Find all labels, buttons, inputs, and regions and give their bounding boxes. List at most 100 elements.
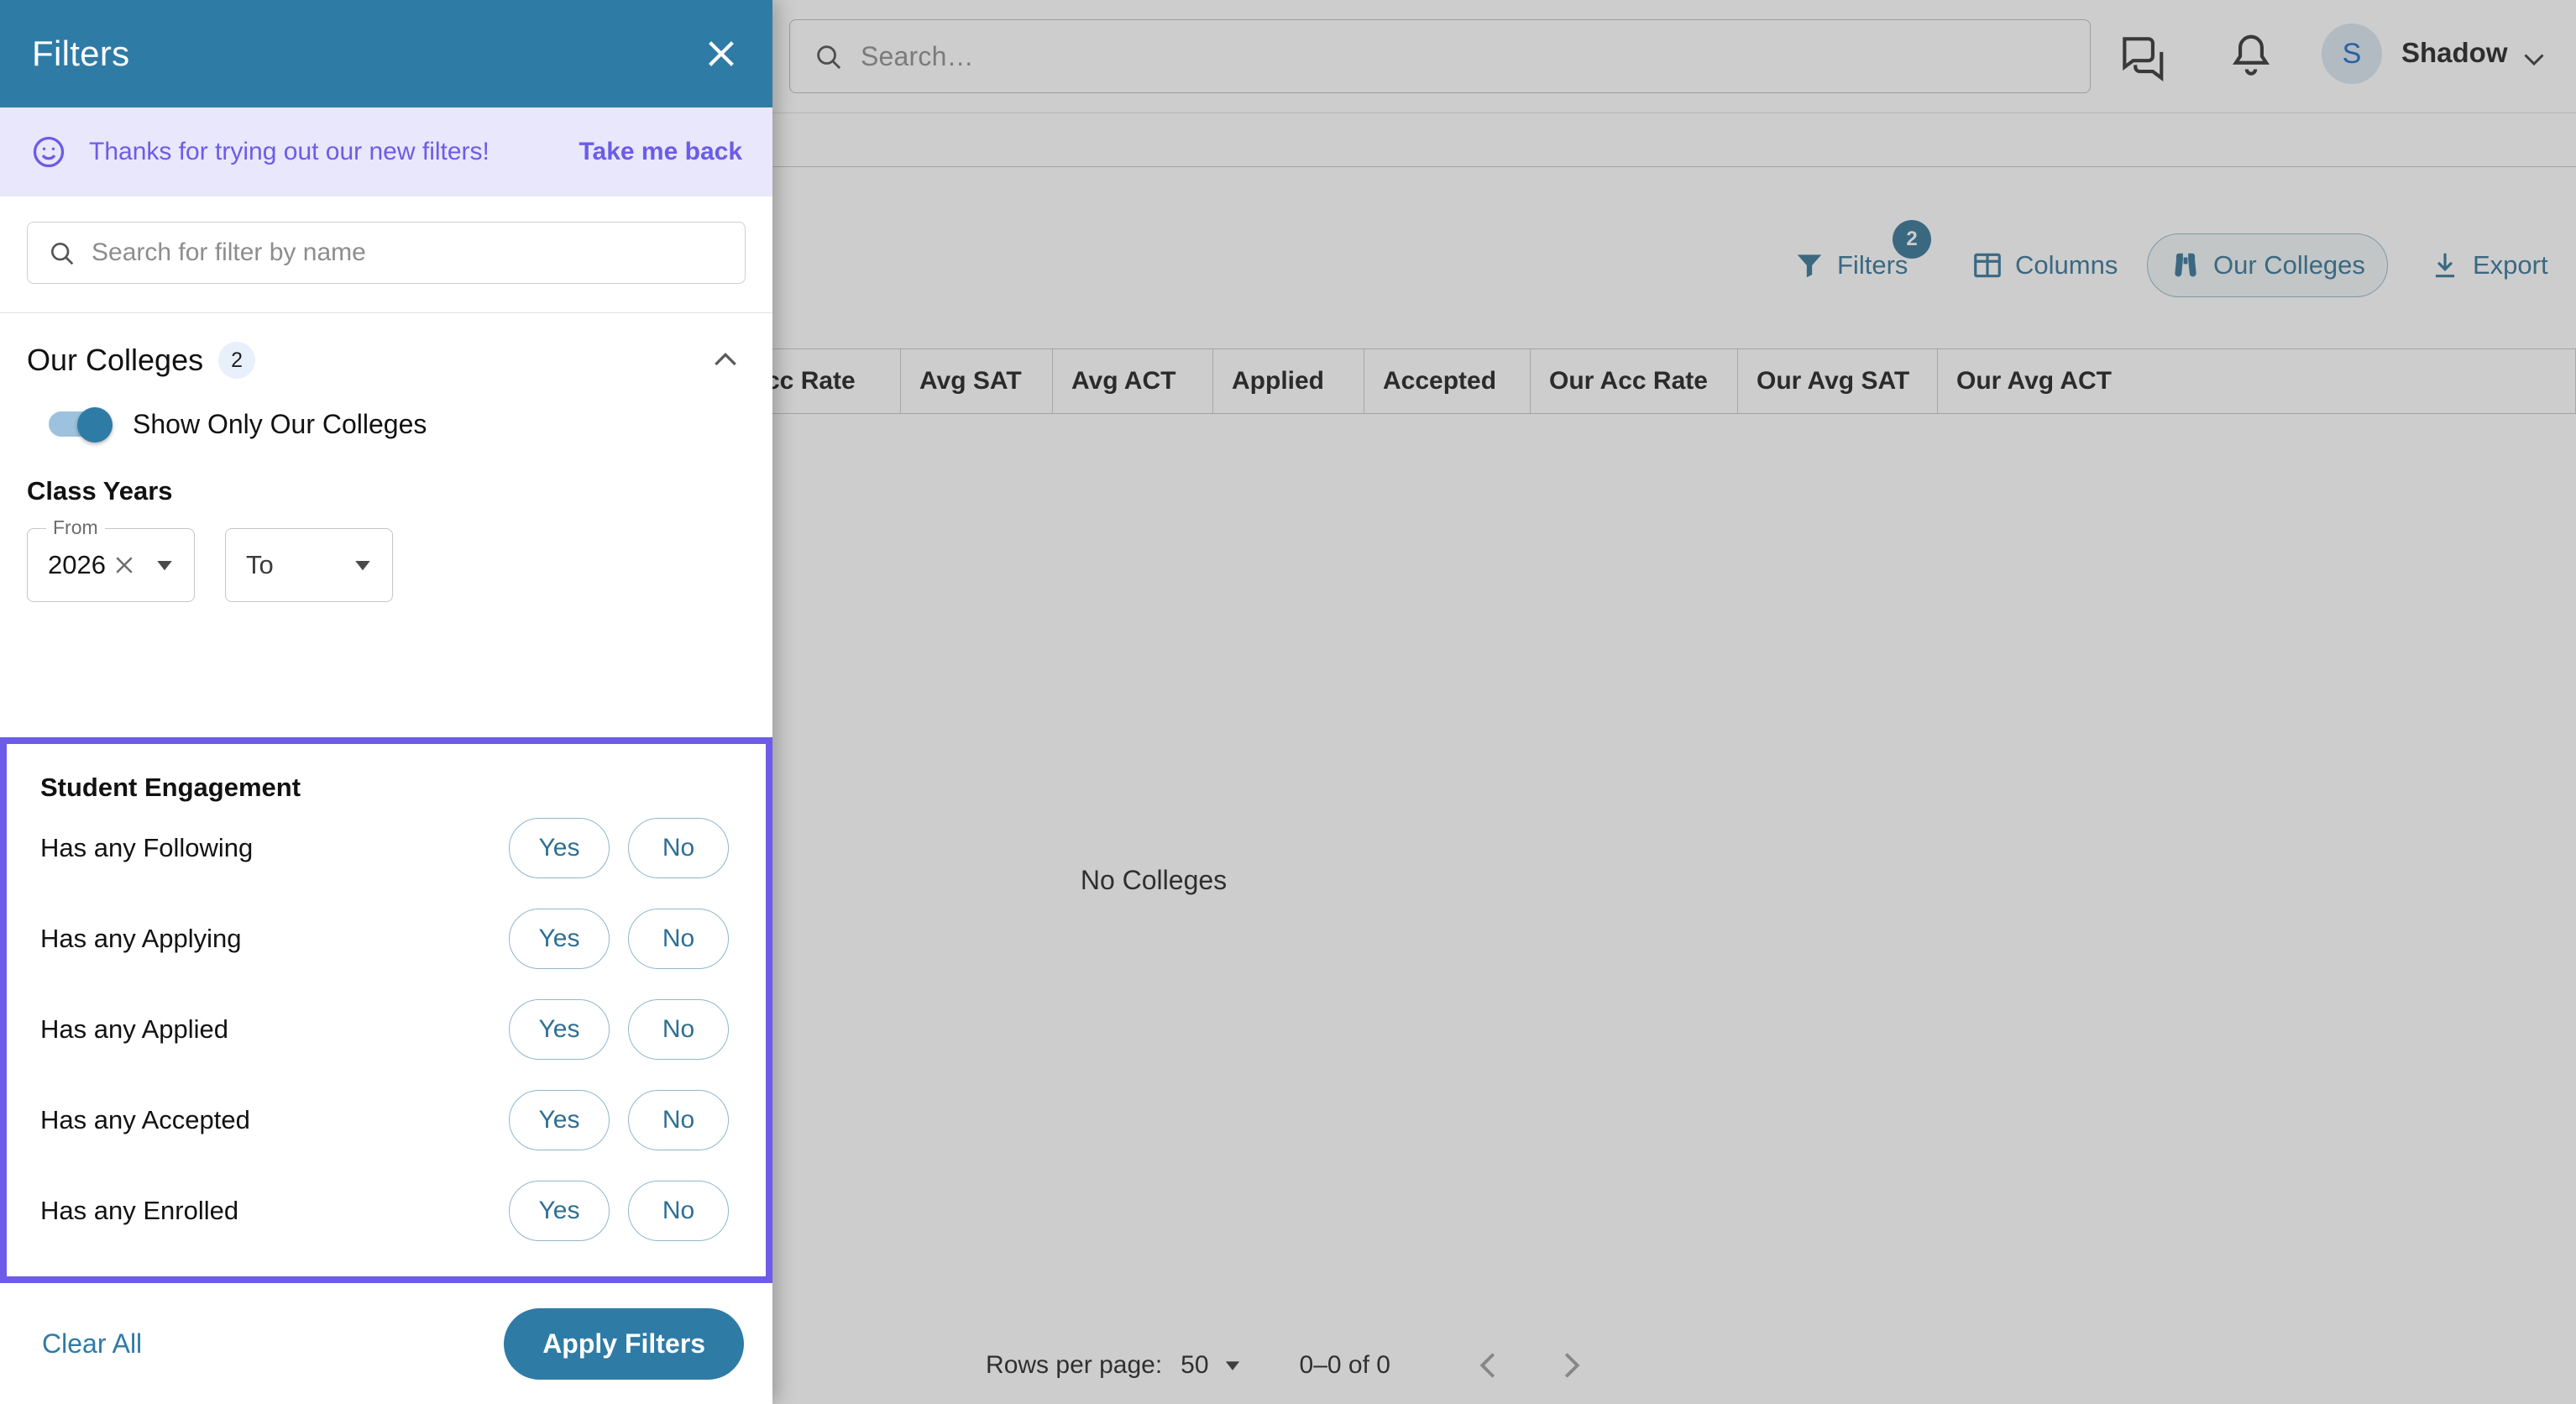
engagement-no-button[interactable]: No — [628, 909, 729, 969]
our-colleges-section-title: Our Colleges — [27, 343, 204, 377]
rows-per-page-label: Rows per page: — [986, 1351, 1163, 1379]
show-only-our-colleges-row[interactable]: Show Only Our Colleges — [0, 379, 772, 443]
export-button-label: Export — [2473, 250, 2548, 280]
table-column-header[interactable]: Applied — [1213, 349, 1364, 413]
caret-down-icon[interactable] — [1221, 1354, 1244, 1377]
engagement-row-label: Has any Applying — [40, 924, 242, 953]
engagement-yes-button[interactable]: Yes — [509, 818, 610, 878]
pagination-range: 0–0 of 0 — [1299, 1351, 1390, 1379]
show-only-our-colleges-label: Show Only Our Colleges — [133, 408, 427, 439]
our-colleges-button[interactable]: Our Colleges — [2147, 233, 2388, 297]
engagement-yes-button[interactable]: Yes — [509, 999, 610, 1060]
class-year-to-placeholder: To — [246, 550, 274, 579]
table-empty-message: No Colleges — [1080, 865, 1228, 895]
chevron-up-icon[interactable] — [709, 343, 742, 377]
filters-count-badge: 2 — [1893, 220, 1931, 259]
close-icon[interactable] — [702, 34, 741, 73]
class-year-from-value: 2026 — [48, 550, 106, 579]
global-search-placeholder: Search… — [861, 40, 974, 71]
chevron-left-icon[interactable] — [1469, 1346, 1508, 1385]
engagement-row-label: Has any Applied — [40, 1014, 229, 1044]
yes-no-toggle-group: Yes No — [509, 1090, 729, 1150]
table-column-header[interactable]: Avg SAT — [901, 349, 1053, 413]
table-column-header[interactable]: Our Avg SAT — [1738, 349, 1938, 413]
table-column-header-label: Applied — [1232, 367, 1324, 395]
columns-button-label: Columns — [2015, 250, 2118, 280]
table-column-header-label: Avg ACT — [1071, 367, 1176, 395]
clear-all-button[interactable]: Clear All — [29, 1320, 155, 1368]
filters-drawer: Filters Thanks for trying out our new fi… — [0, 0, 772, 1404]
toggle-thumb — [77, 407, 113, 443]
table-column-header[interactable]: Our Acc Rate — [1531, 349, 1738, 413]
take-me-back-link[interactable]: Take me back — [579, 138, 742, 166]
class-years-selects: From 2026 To — [0, 506, 772, 602]
class-year-to-select[interactable]: To — [225, 528, 393, 602]
chevron-down-icon[interactable] — [2519, 44, 2549, 74]
filter-funnel-icon — [1797, 254, 1822, 278]
class-year-from-select[interactable]: From 2026 — [27, 516, 195, 602]
table-column-header-label: Our Acc Rate — [1549, 367, 1708, 395]
banner-message: Thanks for trying out our new filters! — [89, 138, 490, 165]
student-engagement-title: Student Engagement — [40, 773, 301, 802]
engagement-yes-button[interactable]: Yes — [509, 1090, 610, 1150]
table-column-header[interactable]: Avg ACT — [1053, 349, 1213, 413]
columns-button[interactable]: Columns — [1956, 233, 2133, 297]
user-name[interactable]: Shadow — [2401, 37, 2508, 69]
export-button[interactable]: Export — [2414, 233, 2563, 297]
engagement-no-button[interactable]: No — [628, 1181, 729, 1241]
engagement-row: Has any Following Yes No — [7, 803, 766, 893]
chat-bubbles-icon[interactable] — [2116, 30, 2168, 82]
table-column-header-label: Accepted — [1383, 367, 1497, 395]
engagement-row: Has any Applied Yes No — [7, 984, 766, 1075]
student-engagement-section: Student Engagement Has any Following Yes N… — [0, 737, 772, 1283]
smiley-face-icon — [33, 136, 65, 168]
columns-icon — [1974, 253, 2001, 278]
engagement-no-button[interactable]: No — [628, 818, 729, 878]
search-icon — [817, 45, 841, 70]
our-colleges-button-label: Our Colleges — [2213, 250, 2365, 280]
engagement-row-label: Has any Accepted — [40, 1105, 250, 1134]
our-colleges-section-header[interactable]: Our Colleges 2 — [0, 313, 772, 379]
class-year-from-legend: From — [46, 516, 105, 539]
engagement-row-label: Has any Enrolled — [40, 1196, 239, 1225]
drawer-title: Filters — [32, 34, 130, 73]
yes-no-toggle-group: Yes No — [509, 999, 729, 1060]
drawer-footer: Clear All Apply Filters — [0, 1283, 772, 1404]
table-column-header[interactable]: Our Avg ACT — [1938, 349, 2576, 413]
table-column-header-label: Avg SAT — [919, 367, 1022, 395]
global-search-field[interactable]: Search… — [789, 19, 2091, 93]
engagement-yes-button[interactable]: Yes — [509, 1181, 610, 1241]
student-engagement-rows: Has any Following Yes No Has any Applying Ye… — [7, 803, 766, 1256]
filter-search-input[interactable]: Search for filter by name — [27, 222, 746, 284]
show-only-our-colleges-toggle[interactable] — [49, 407, 113, 443]
engagement-no-button[interactable]: No — [628, 1090, 729, 1150]
filters-button-label: Filters — [1837, 250, 1908, 280]
our-colleges-section-count: 2 — [218, 342, 256, 379]
notification-bell-icon[interactable] — [2225, 30, 2277, 82]
caret-down-icon[interactable] — [350, 553, 375, 578]
rows-per-page-value[interactable]: 50 — [1181, 1351, 1208, 1380]
table-column-header[interactable]: Accepted — [1364, 349, 1531, 413]
close-icon[interactable] — [112, 553, 137, 578]
engagement-no-button[interactable]: No — [628, 999, 729, 1060]
caret-down-icon[interactable] — [152, 553, 177, 578]
table-column-header-label: cc Rate — [766, 367, 856, 395]
table-column-header-label: Our Avg SAT — [1757, 367, 1910, 395]
avatar-initial: S — [2342, 37, 2362, 70]
binoculars-icon — [2175, 253, 2196, 277]
filter-search-placeholder: Search for filter by name — [92, 238, 366, 266]
download-icon — [2435, 253, 2455, 278]
chevron-right-icon[interactable] — [1552, 1346, 1590, 1385]
class-years-title: Class Years — [27, 476, 173, 506]
new-filters-banner: Thanks for trying out our new filters! T… — [0, 107, 772, 196]
yes-no-toggle-group: Yes No — [509, 909, 729, 969]
avatar[interactable]: S — [2322, 24, 2382, 84]
yes-no-toggle-group: Yes No — [509, 1181, 729, 1241]
apply-filters-button[interactable]: Apply Filters — [504, 1307, 744, 1380]
engagement-row: Has any Applying Yes No — [7, 893, 766, 984]
engagement-yes-button[interactable]: Yes — [509, 909, 610, 969]
table-column-header-label: Our Avg ACT — [1956, 367, 2112, 395]
engagement-row: Has any Accepted Yes No — [7, 1075, 766, 1166]
drawer-header: Filters — [0, 0, 772, 107]
engagement-row-label: Has any Following — [40, 833, 254, 862]
